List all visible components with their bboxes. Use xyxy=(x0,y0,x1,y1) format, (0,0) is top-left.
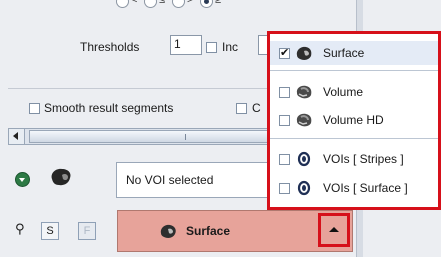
menu-item-volume[interactable]: Volume xyxy=(270,80,438,104)
menu-item-vois-stripes[interactable]: VOIs [ Stripes ] xyxy=(270,147,438,171)
menu-item-label: VOIs [ Stripes ] xyxy=(323,152,404,166)
voi-select[interactable]: No VOI selected xyxy=(116,162,291,198)
divider xyxy=(8,88,270,89)
menu-checkbox xyxy=(279,87,290,98)
surface-icon xyxy=(295,45,313,61)
less-equal-symbol: ≤ xyxy=(159,0,166,6)
f-button[interactable]: F xyxy=(78,222,96,240)
menu-checkbox xyxy=(279,46,290,59)
smooth-label: Smooth result segments xyxy=(44,101,174,115)
render-mode-menu: Surface Volume Volume HD xyxy=(267,31,441,210)
menu-item-volume-hd[interactable]: Volume HD xyxy=(270,108,438,132)
menu-item-surface[interactable]: Surface xyxy=(270,41,438,65)
radio-less[interactable] xyxy=(116,0,129,8)
radio-less-equal[interactable] xyxy=(144,0,157,8)
c-checkbox[interactable] xyxy=(236,103,247,114)
volume-icon xyxy=(295,84,313,100)
render-mode-dropdown-arrow-icon[interactable] xyxy=(318,213,350,247)
volume-hd-icon xyxy=(295,112,313,128)
s-button[interactable]: S xyxy=(41,222,59,240)
radio-greater[interactable] xyxy=(172,0,185,8)
menu-separator xyxy=(270,138,438,139)
menu-item-vois-surface[interactable]: VOIs [ Surface ] xyxy=(270,176,438,200)
thresholds-label: Thresholds xyxy=(80,40,140,54)
c-label: C xyxy=(252,101,261,115)
voi-surface-icon xyxy=(295,180,313,196)
menu-item-label: Volume xyxy=(323,85,364,99)
menu-checkbox xyxy=(279,183,290,194)
horizontal-scrollbar[interactable] xyxy=(8,128,279,145)
less-symbol: < xyxy=(131,0,138,6)
menu-checkbox xyxy=(279,115,290,126)
smooth-checkbox[interactable] xyxy=(29,103,40,114)
voi-select-value: No VOI selected xyxy=(126,173,214,187)
menu-item-label: Volume HD xyxy=(323,113,384,127)
menu-item-label: VOIs [ Surface ] xyxy=(323,181,408,195)
menu-separator xyxy=(270,70,438,71)
inc-label: Inc xyxy=(222,40,239,54)
surface-icon xyxy=(158,223,178,242)
radio-greater-equal[interactable] xyxy=(200,0,213,8)
voi-shape-icon[interactable] xyxy=(48,165,74,192)
menu-item-label: Surface xyxy=(323,46,365,60)
pin-icon[interactable]: ⚲ xyxy=(15,221,25,237)
expand-toggle-icon[interactable] xyxy=(15,172,30,187)
inc-checkbox[interactable] xyxy=(206,42,217,53)
scroll-left-arrow-icon[interactable] xyxy=(9,129,25,144)
thresholds-input[interactable]: 1 xyxy=(170,35,202,55)
voi-stripes-icon xyxy=(295,151,313,167)
render-mode-label: Surface xyxy=(186,224,231,238)
scroll-thumb[interactable] xyxy=(29,130,279,143)
menu-checkbox xyxy=(279,154,290,165)
greater-equal-symbol: ≥ xyxy=(215,0,222,6)
greater-symbol: > xyxy=(187,0,194,6)
